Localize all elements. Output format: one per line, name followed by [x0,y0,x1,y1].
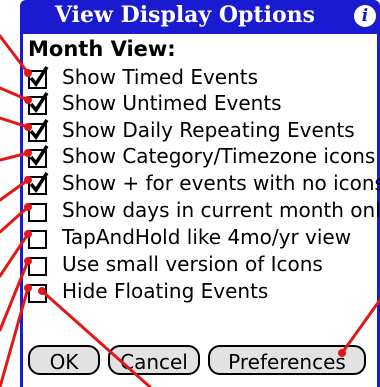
dialog-frame-left [20,34,23,387]
checkmark-icon [29,119,49,140]
checkmark-icon [29,92,49,113]
dialog-title: View Display Options [54,2,315,28]
title-bar: View Display Options i [20,0,380,34]
checkbox[interactable] [28,66,49,89]
option-label: Use small version of Icons [62,252,323,276]
option-label: Show + for events with no icons [62,171,380,195]
checkbox[interactable] [28,172,49,195]
checkbox[interactable] [28,145,49,168]
checkbox[interactable] [28,230,47,249]
option-label: Show Untimed Events [62,91,282,115]
option-label: Show Category/Timezone icons [62,144,376,168]
checkbox[interactable] [28,119,49,142]
view-display-options-dialog: View Display Options i Month View: Show … [0,0,380,387]
cancel-button[interactable]: Cancel [108,345,200,375]
preferences-button[interactable]: Preferences [208,345,366,375]
option-label: TapAndHold like 4mo/yr view [62,225,352,249]
checkbox[interactable] [28,203,47,222]
section-label-month-view: Month View: [28,37,176,61]
ok-button[interactable]: OK [28,345,100,375]
option-label: Show Timed Events [62,65,259,89]
checkbox[interactable] [28,284,47,303]
checkmark-icon [29,66,49,87]
checkbox[interactable] [28,92,49,115]
info-icon[interactable]: i [354,5,376,27]
checkmark-icon [29,145,49,166]
option-label: Show Daily Repeating Events [62,118,355,142]
option-label: Hide Floating Events [62,279,269,303]
option-label: Show days in current month only [62,198,380,222]
checkmark-icon [29,172,49,193]
checkbox[interactable] [28,257,47,276]
